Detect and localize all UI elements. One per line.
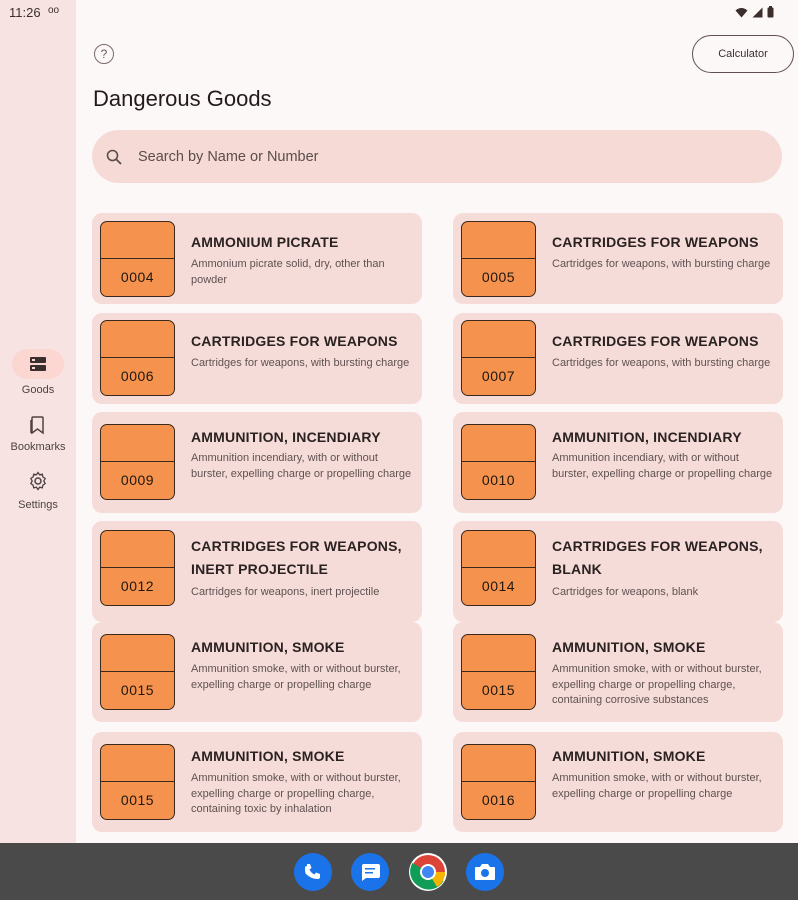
search-bar[interactable] [92, 130, 782, 183]
un-number-badge: 0007 [461, 320, 536, 396]
chrome-icon [410, 855, 446, 890]
card-title: CARTRIDGES FOR WEAPONS [552, 234, 759, 250]
un-number-badge: 0010 [461, 424, 536, 500]
search-input[interactable] [138, 148, 698, 165]
goods-card[interactable]: 0015 AMMUNITION, SMOKE Ammunition smoke,… [453, 622, 783, 722]
card-description: Ammunition smoke, with or without burste… [191, 772, 401, 815]
card-description: Ammunition smoke, with or without burste… [552, 663, 762, 706]
un-number: 0015 [481, 682, 516, 698]
card-title: CARTRIDGES FOR WEAPONS [552, 333, 759, 349]
calculator-button[interactable]: Calculator [692, 35, 794, 73]
card-title: CARTRIDGES FOR WEAPONS [191, 333, 398, 349]
nav-item-bookmarks[interactable]: Bookmarks [0, 410, 76, 453]
un-number-badge: 0015 [100, 634, 175, 710]
card-description: Ammunition smoke, with or without burste… [191, 663, 401, 691]
un-number-badge: 0009 [100, 424, 175, 500]
nav-settings-label: Settings [18, 499, 58, 511]
card-description: Cartridges for weapons, with bursting ch… [552, 357, 771, 369]
card-title: AMMUNITION, SMOKE [552, 639, 706, 655]
goods-card[interactable]: 0009 AMMUNITION, INCENDIARY Ammunition i… [92, 412, 422, 513]
help-icon[interactable]: ? [94, 44, 114, 64]
card-title: CARTRIDGES FOR WEAPONS, INERT PROJECTILE [191, 538, 402, 577]
un-number-badge: 0015 [100, 744, 175, 820]
messages-icon [362, 864, 380, 881]
messages-app-button[interactable] [351, 853, 389, 891]
un-number-badge: 0014 [461, 530, 536, 606]
card-description: Cartridges for weapons, blank [552, 586, 699, 598]
phone-app-button[interactable] [294, 853, 332, 891]
page-title: Dangerous Goods [93, 86, 272, 111]
un-number-badge: 0012 [100, 530, 175, 606]
un-number: 0009 [120, 472, 155, 488]
card-title: AMMUNITION, SMOKE [191, 639, 345, 655]
card-title: AMMONIUM PICRATE [191, 234, 339, 250]
card-description: Cartridges for weapons, inert projectile [191, 586, 380, 598]
nav-bookmarks-indicator [12, 410, 64, 440]
un-number: 0005 [481, 269, 516, 285]
battery-icon [767, 6, 774, 18]
card-description: Ammunition incendiary, with or without b… [552, 452, 773, 480]
wifi-icon [735, 7, 748, 17]
chrome-app-button[interactable] [409, 853, 447, 891]
card-description: Ammunition smoke, with or without burste… [552, 772, 762, 800]
signal-icon [752, 7, 763, 17]
card-description: Cartridges for weapons, with bursting ch… [552, 258, 771, 270]
un-number-badge: 0015 [461, 634, 536, 710]
nav-settings-indicator [12, 466, 64, 496]
un-number-badge: 0016 [461, 744, 536, 820]
un-number: 0004 [120, 269, 155, 285]
goods-card[interactable]: 0004 AMMONIUM PICRATE Ammonium picrate s… [92, 213, 422, 304]
bookmark-icon [30, 416, 44, 435]
goods-card[interactable]: 0015 AMMUNITION, SMOKE Ammunition smoke,… [92, 622, 422, 722]
main-content: ? Calculator Dangerous Goods 0004 AMMONI… [76, 0, 798, 843]
nav-bookmarks-label: Bookmarks [10, 441, 66, 453]
phone-icon [305, 864, 320, 879]
status-icons [735, 6, 774, 18]
navigation-rail: 11:26 oo Goods Bookmarks Settings [0, 0, 76, 843]
un-number: 0015 [120, 792, 155, 808]
goods-card[interactable]: 0014 CARTRIDGES FOR WEAPONS, BLANK Cartr… [453, 521, 783, 622]
status-time: 11:26 [9, 5, 41, 20]
goods-card[interactable]: 0016 AMMUNITION, SMOKE Ammunition smoke,… [453, 732, 783, 832]
nav-item-settings[interactable]: Settings [0, 466, 76, 511]
un-number: 0016 [481, 792, 516, 808]
nav-goods-indicator [12, 349, 64, 379]
un-number: 0007 [481, 368, 516, 384]
un-number-badge: 0006 [100, 320, 175, 396]
goods-card[interactable]: 0015 AMMUNITION, SMOKE Ammunition smoke,… [92, 732, 422, 832]
un-number-badge: 0005 [461, 221, 536, 297]
card-title: CARTRIDGES FOR WEAPONS, BLANK [552, 538, 763, 577]
goods-icon [30, 357, 46, 371]
card-title: AMMUNITION, INCENDIARY [191, 429, 381, 445]
un-number: 0015 [120, 682, 155, 698]
camera-app-button[interactable] [466, 853, 504, 891]
goods-card[interactable]: 0007 CARTRIDGES FOR WEAPONS Cartridges f… [453, 313, 783, 404]
camera-icon [475, 864, 495, 880]
card-title: AMMUNITION, SMOKE [191, 748, 345, 764]
un-number: 0006 [120, 368, 155, 384]
goods-card[interactable]: 0006 CARTRIDGES FOR WEAPONS Cartridges f… [92, 313, 422, 404]
un-number: 0012 [120, 578, 155, 594]
goods-card[interactable]: 0005 CARTRIDGES FOR WEAPONS Cartridges f… [453, 213, 783, 304]
taskbar [0, 843, 798, 900]
un-number: 0010 [481, 472, 516, 488]
search-icon [106, 149, 122, 165]
goods-card[interactable]: 0010 AMMUNITION, INCENDIARY Ammunition i… [453, 412, 783, 513]
un-number: 0014 [481, 578, 516, 594]
gear-icon [29, 471, 47, 491]
card-description: Cartridges for weapons, with bursting ch… [191, 357, 410, 369]
card-description: Ammunition incendiary, with or without b… [191, 452, 412, 480]
card-title: AMMUNITION, SMOKE [552, 748, 706, 764]
status-voicemail-icon: oo [48, 5, 60, 16]
card-title: AMMUNITION, INCENDIARY [552, 429, 742, 445]
goods-card[interactable]: 0012 CARTRIDGES FOR WEAPONS, INERT PROJE… [92, 521, 422, 622]
card-description: Ammonium picrate solid, dry, other than … [191, 258, 385, 286]
un-number-badge: 0004 [100, 221, 175, 297]
nav-item-goods[interactable]: Goods [0, 349, 76, 396]
nav-goods-label: Goods [21, 384, 55, 396]
